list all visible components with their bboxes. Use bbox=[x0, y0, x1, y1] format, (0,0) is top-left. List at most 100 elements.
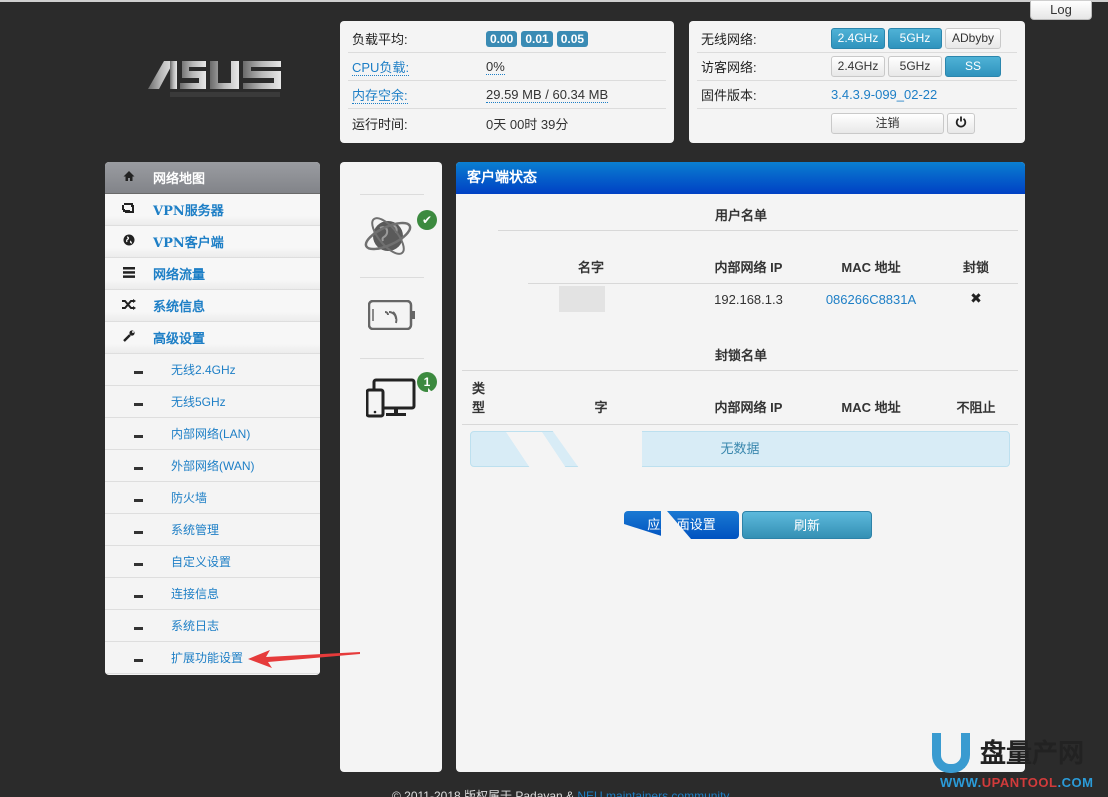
refresh-button[interactable]: 刷新 bbox=[742, 511, 872, 539]
network-map-icons: ✔ 1 bbox=[340, 162, 442, 772]
dash-icon bbox=[105, 586, 171, 601]
watermark-url: WWW.UPANTOOL.COM bbox=[940, 775, 1094, 790]
block-client-icon[interactable]: ✖ bbox=[964, 290, 988, 307]
load-average-label: 负载平均: bbox=[352, 32, 408, 47]
sidebar-item-label: VPN客户端 bbox=[153, 236, 224, 251]
sidebar-subitem-label: 系统管理 bbox=[171, 523, 220, 537]
cpu-load-row: CPU负载: 0% bbox=[348, 53, 666, 81]
sidebar-subitem-syslog[interactable]: 系统日志 bbox=[105, 610, 320, 642]
sidebar-item-network-map[interactable]: 网络地图 bbox=[105, 162, 320, 194]
wireless-label: 无线网络: bbox=[701, 32, 757, 47]
sidebar-menu: 网络地图 VPN服务器 VPN客户端 网络流量 系统信息 高级设置 无线2.4G… bbox=[105, 162, 320, 675]
wrench-icon bbox=[105, 330, 153, 345]
dash-icon bbox=[105, 426, 171, 441]
sidebar-item-label: 网络地图 bbox=[153, 172, 206, 187]
sidebar-item-traffic[interactable]: 网络流量 bbox=[105, 258, 320, 290]
sidebar-item-vpn-server[interactable]: VPN服务器 bbox=[105, 194, 320, 226]
uptime-label: 运行时间: bbox=[352, 116, 408, 132]
memory-free-link[interactable]: 内存空余: bbox=[348, 85, 486, 104]
shuffle-icon bbox=[105, 298, 153, 313]
firmware-label: 固件版本: bbox=[701, 88, 757, 103]
sidebar-subitem-label: 无线2.4GHz bbox=[171, 363, 236, 377]
uptime-value: 0天 00时 39分 bbox=[486, 116, 569, 132]
clients-devices-icon[interactable] bbox=[365, 378, 416, 421]
guest-2g-button[interactable]: 2.4GHz bbox=[831, 56, 885, 77]
col-ip: 内部网络 IP bbox=[714, 260, 783, 275]
community-link[interactable]: NEU maintainers community bbox=[577, 789, 729, 797]
sidebar-item-vpn-client[interactable]: VPN客户端 bbox=[105, 226, 320, 258]
col-mac: MAC 地址 bbox=[841, 260, 901, 275]
guest-label: 访客网络: bbox=[701, 60, 757, 75]
dash-icon bbox=[105, 522, 171, 537]
col-unblock: 不阻止 bbox=[956, 400, 996, 415]
col-name: 字 bbox=[594, 400, 608, 415]
logout-button[interactable]: 注销 bbox=[831, 112, 944, 134]
col-mac: MAC 地址 bbox=[841, 400, 901, 415]
annotation-arrow bbox=[248, 650, 360, 668]
guest-5g-button[interactable]: 5GHz bbox=[888, 56, 942, 77]
watermark-cn-text: 盘量产网 bbox=[980, 738, 1085, 768]
sidebar-subitem-system-admin[interactable]: 系统管理 bbox=[105, 514, 320, 546]
client-mac-link[interactable]: 086266C8831A bbox=[818, 292, 924, 307]
guest-row: 访客网络: 2.4GHz 5GHz SS bbox=[697, 53, 1017, 81]
dash-icon bbox=[105, 458, 171, 473]
dash-icon bbox=[105, 650, 171, 665]
sidebar-subitem-firewall[interactable]: 防火墙 bbox=[105, 482, 320, 514]
sidebar-subitem-label: 内部网络(LAN) bbox=[171, 427, 251, 441]
sidebar-subitem-wifi-5g[interactable]: 无线5GHz bbox=[105, 386, 320, 418]
ss-button[interactable]: SS bbox=[945, 56, 1001, 77]
sidebar-item-label: 系统信息 bbox=[153, 300, 206, 315]
sidebar-subitem-lan[interactable]: 内部网络(LAN) bbox=[105, 418, 320, 450]
sidebar-subitem-label: 系统日志 bbox=[171, 619, 220, 633]
internet-connected-badge: ✔ bbox=[417, 210, 437, 230]
cpu-load-label[interactable]: CPU负载: bbox=[352, 60, 410, 76]
sidebar-item-system-info[interactable]: 系统信息 bbox=[105, 290, 320, 322]
system-status-panel: 负载平均: 0.00 0.01 0.05 CPU负载: 0% 内存空余: 29.… bbox=[340, 21, 674, 143]
internet-globe-icon[interactable] bbox=[364, 210, 416, 261]
load-15min-badge: 0.05 bbox=[556, 30, 589, 47]
firmware-version-link[interactable]: 3.4.3.9-099_02-22 bbox=[831, 87, 937, 102]
dash-icon bbox=[105, 362, 171, 377]
dash-icon bbox=[105, 394, 171, 409]
sidebar-item-advanced[interactable]: 高级设置 bbox=[105, 322, 320, 354]
adbyby-button[interactable]: ADbyby bbox=[945, 28, 1001, 49]
col-type-bottom: 型 bbox=[472, 400, 486, 415]
sidebar-subitem-label: 自定义设置 bbox=[171, 555, 232, 569]
memory-row: 内存空余: 29.59 MB / 60.34 MB bbox=[348, 81, 666, 109]
sidebar-item-label: 网络流量 bbox=[153, 268, 206, 283]
log-button[interactable]: Log bbox=[1030, 1, 1092, 20]
sidebar-subitem-label: 无线5GHz bbox=[171, 395, 226, 409]
col-block: 封锁 bbox=[962, 260, 989, 275]
wireless-row: 无线网络: 2.4GHz 5GHz ADbyby bbox=[697, 25, 1017, 53]
router-wireless-icon[interactable] bbox=[367, 299, 416, 333]
sidebar-subitem-label: 扩展功能设置 bbox=[171, 651, 244, 665]
footer: © 2011-2018 版权属于 Padavan & NEU maintaine… bbox=[392, 787, 729, 797]
client-ip: 192.168.1.3 bbox=[714, 292, 783, 307]
user-list-title: 用户名单 bbox=[715, 208, 768, 223]
globe-icon bbox=[105, 234, 153, 249]
sidebar-item-label: 高级设置 bbox=[153, 332, 206, 347]
sidebar-subitem-custom[interactable]: 自定义设置 bbox=[105, 546, 320, 578]
dash-icon bbox=[105, 490, 171, 505]
uptime-row: 运行时间: 0天 00时 39分 bbox=[348, 109, 666, 137]
cpu-load-link[interactable]: CPU负载: bbox=[348, 57, 486, 76]
wireless-panel: 无线网络: 2.4GHz 5GHz ADbyby 访客网络: 2.4GHz 5G… bbox=[689, 21, 1025, 143]
wifi-2g-button[interactable]: 2.4GHz bbox=[831, 28, 885, 49]
client-name-redacted bbox=[559, 286, 605, 312]
firmware-row: 固件版本: 3.4.3.9-099_02-22 bbox=[697, 81, 1017, 109]
col-type-top: 类 bbox=[472, 381, 486, 396]
block-list-title: 封锁名单 bbox=[715, 348, 768, 363]
sidebar-subitem-connections[interactable]: 连接信息 bbox=[105, 578, 320, 610]
memory-free-label[interactable]: 内存空余: bbox=[352, 88, 408, 104]
load-average-row: 负载平均: 0.00 0.01 0.05 bbox=[348, 25, 666, 53]
dash-icon bbox=[105, 554, 171, 569]
wifi-5g-button[interactable]: 5GHz bbox=[888, 28, 942, 49]
watermark-u-logo bbox=[932, 733, 970, 773]
load-1min-badge: 0.00 bbox=[486, 30, 518, 47]
power-button[interactable] bbox=[947, 112, 975, 134]
sidebar-subitem-label: 外部网络(WAN) bbox=[171, 459, 255, 473]
sidebar-subitem-wan[interactable]: 外部网络(WAN) bbox=[105, 450, 320, 482]
logout-row: 注销 bbox=[697, 109, 1017, 137]
sidebar-subitem-wifi-2g[interactable]: 无线2.4GHz bbox=[105, 354, 320, 386]
dash-icon bbox=[105, 618, 171, 633]
